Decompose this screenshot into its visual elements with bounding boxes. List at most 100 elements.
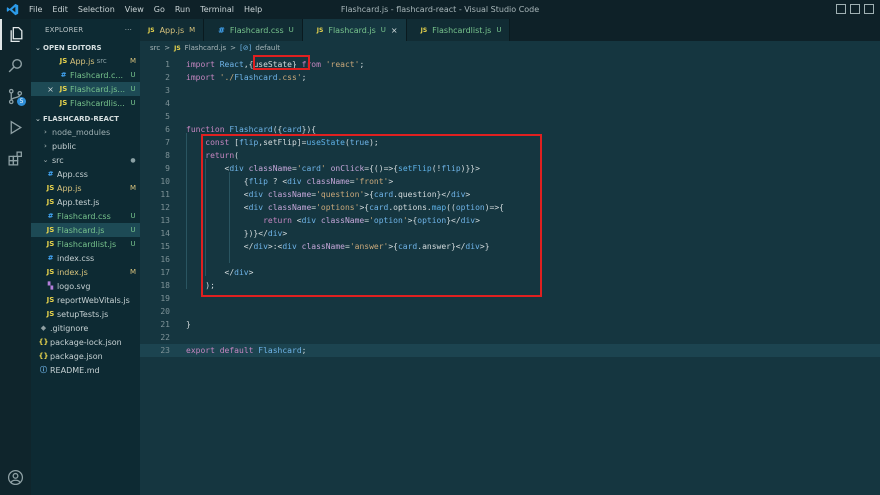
breadcrumb-separator: > <box>164 44 171 52</box>
json-file-icon: {} <box>38 352 49 360</box>
code-line[interactable]: 22 <box>140 331 880 344</box>
tree-folder[interactable]: › public <box>31 139 140 153</box>
js-file-icon: JS <box>316 26 324 34</box>
menu-terminal[interactable]: Terminal <box>195 5 239 14</box>
breadcrumb-symbol[interactable]: default <box>255 44 280 52</box>
tree-folder[interactable]: › node_modules <box>31 125 140 139</box>
tree-item-name: Flashcard.js <box>57 225 105 235</box>
js-file-icon: JS <box>46 184 55 192</box>
line-number: 17 <box>160 268 170 277</box>
open-editor-name: Flashcard.js... <box>70 84 126 94</box>
code-line[interactable]: 4 <box>140 97 880 110</box>
code-line[interactable]: 23 export default Flashcard; <box>140 344 880 357</box>
menu-help[interactable]: Help <box>239 5 267 14</box>
tree-item-name: App.test.js <box>57 197 100 207</box>
tree-file[interactable]: ⓘ README.md <box>31 363 140 377</box>
toggle-sidebar-icon[interactable] <box>836 4 846 14</box>
code-line[interactable]: 20 <box>140 305 880 318</box>
tree-file[interactable]: JS App.js M <box>31 181 140 195</box>
js-file-icon: JS <box>46 240 55 248</box>
tree-item-name: Flashcard.css <box>57 211 111 221</box>
close-icon[interactable]: × <box>391 26 398 35</box>
line-number: 12 <box>160 203 170 212</box>
open-editors-section[interactable]: ⌄ OPEN EDITORS <box>31 41 140 54</box>
toggle-panel-icon[interactable] <box>850 4 860 14</box>
tab-flashcard-css[interactable]: # Flashcard.css U <box>204 19 303 41</box>
editor-tabs: JS App.js M # Flashcard.css U JS Flashca… <box>140 19 880 41</box>
title-bar: File Edit Selection View Go Run Terminal… <box>0 0 880 19</box>
source-control-badge: 5 <box>17 97 26 106</box>
line-number: 19 <box>160 294 170 303</box>
tree-file[interactable]: ◆ .gitignore <box>31 321 140 335</box>
tree-file[interactable]: JS App.test.js <box>31 195 140 209</box>
line-number: 1 <box>165 60 170 69</box>
line-number: 10 <box>160 177 170 186</box>
open-editor-item-active[interactable]: × JS Flashcard.js... U <box>31 82 140 96</box>
tree-file-active[interactable]: JS Flashcard.js U <box>31 223 140 237</box>
tree-file[interactable]: {} package-lock.json <box>31 335 140 349</box>
menu-go[interactable]: Go <box>149 5 170 14</box>
open-editor-item[interactable]: JS App.js src M <box>31 54 140 68</box>
menu-edit[interactable]: Edit <box>47 5 73 14</box>
menu-selection[interactable]: Selection <box>73 5 120 14</box>
css-file-icon: # <box>47 170 54 178</box>
js-file-icon: JS <box>46 310 55 318</box>
search-icon[interactable] <box>0 50 31 81</box>
open-editor-name: Flashcardlis... <box>70 98 125 108</box>
tree-file[interactable]: # index.css <box>31 251 140 265</box>
run-debug-icon[interactable] <box>0 112 31 143</box>
tree-file[interactable]: JS index.js M <box>31 265 140 279</box>
close-icon[interactable]: × <box>44 85 57 94</box>
line-number: 11 <box>160 190 170 199</box>
js-file-icon: JS <box>46 198 55 206</box>
line-number: 8 <box>165 151 170 160</box>
line-number: 2 <box>165 73 170 82</box>
more-actions-button[interactable]: ··· <box>125 26 132 34</box>
tree-item-name: .gitignore <box>50 323 89 333</box>
tab-status: M <box>189 26 196 34</box>
untracked-status: U <box>130 71 136 79</box>
code-line[interactable]: 3 <box>140 84 880 97</box>
tree-file[interactable]: JS reportWebVitals.js <box>31 293 140 307</box>
breadcrumb-folder[interactable]: src <box>150 44 160 52</box>
menu-view[interactable]: View <box>120 5 149 14</box>
menu-file[interactable]: File <box>24 5 47 14</box>
js-file-icon: JS <box>174 44 181 52</box>
code-line[interactable]: 1 import React,{useState} from 'react'; <box>140 58 880 71</box>
project-section[interactable]: ⌄ FLASHCARD-REACT <box>31 112 140 125</box>
tree-file[interactable]: # App.css <box>31 167 140 181</box>
breadcrumb-separator: > <box>230 44 237 52</box>
tab-app-js[interactable]: JS App.js M <box>140 19 205 41</box>
code-line[interactable]: 2 import './Flashcard.css'; <box>140 71 880 84</box>
open-editor-item[interactable]: # Flashcard.c... U <box>31 68 140 82</box>
tree-file[interactable]: JS setupTests.js <box>31 307 140 321</box>
menu-run[interactable]: Run <box>170 5 195 14</box>
line-number: 9 <box>165 164 170 173</box>
code-editor[interactable]: 1 import React,{useState} from 'react'; 2 i… <box>140 55 880 495</box>
extensions-icon[interactable] <box>0 143 31 174</box>
code-text: } <box>186 320 191 329</box>
untracked-status: U <box>130 226 136 234</box>
untracked-status: U <box>130 99 136 107</box>
tree-file[interactable]: ▚ logo.svg <box>31 279 140 293</box>
tree-folder[interactable]: ⌄ src ● <box>31 153 140 167</box>
breadcrumb: src > JS Flashcard.js > [⊘] default <box>140 41 880 55</box>
tab-flashcardlist-js[interactable]: JS Flashcardlist.js U <box>406 19 511 41</box>
open-editor-item[interactable]: JS Flashcardlis... U <box>31 96 140 110</box>
tree-file[interactable]: JS Flashcardlist.js U <box>31 237 140 251</box>
js-file-icon: JS <box>59 99 68 107</box>
tree-file[interactable]: # Flashcard.css U <box>31 209 140 223</box>
tab-status: U <box>496 26 502 34</box>
explorer-icon[interactable] <box>0 19 31 50</box>
code-line[interactable]: 21} <box>140 318 880 331</box>
breadcrumb-file[interactable]: Flashcard.js <box>185 44 227 52</box>
toggle-secondary-sidebar-icon[interactable] <box>864 4 874 14</box>
code-line[interactable]: 5 <box>140 110 880 123</box>
account-icon[interactable] <box>0 462 31 493</box>
line-number: 20 <box>160 307 170 316</box>
tab-flashcard-js[interactable]: JS Flashcard.js U × <box>302 19 407 41</box>
chevron-down-icon: ⌄ <box>35 114 41 123</box>
source-control-icon[interactable]: 5 <box>0 81 31 112</box>
tree-item-name: src <box>52 155 64 165</box>
tree-file[interactable]: {} package.json <box>31 349 140 363</box>
